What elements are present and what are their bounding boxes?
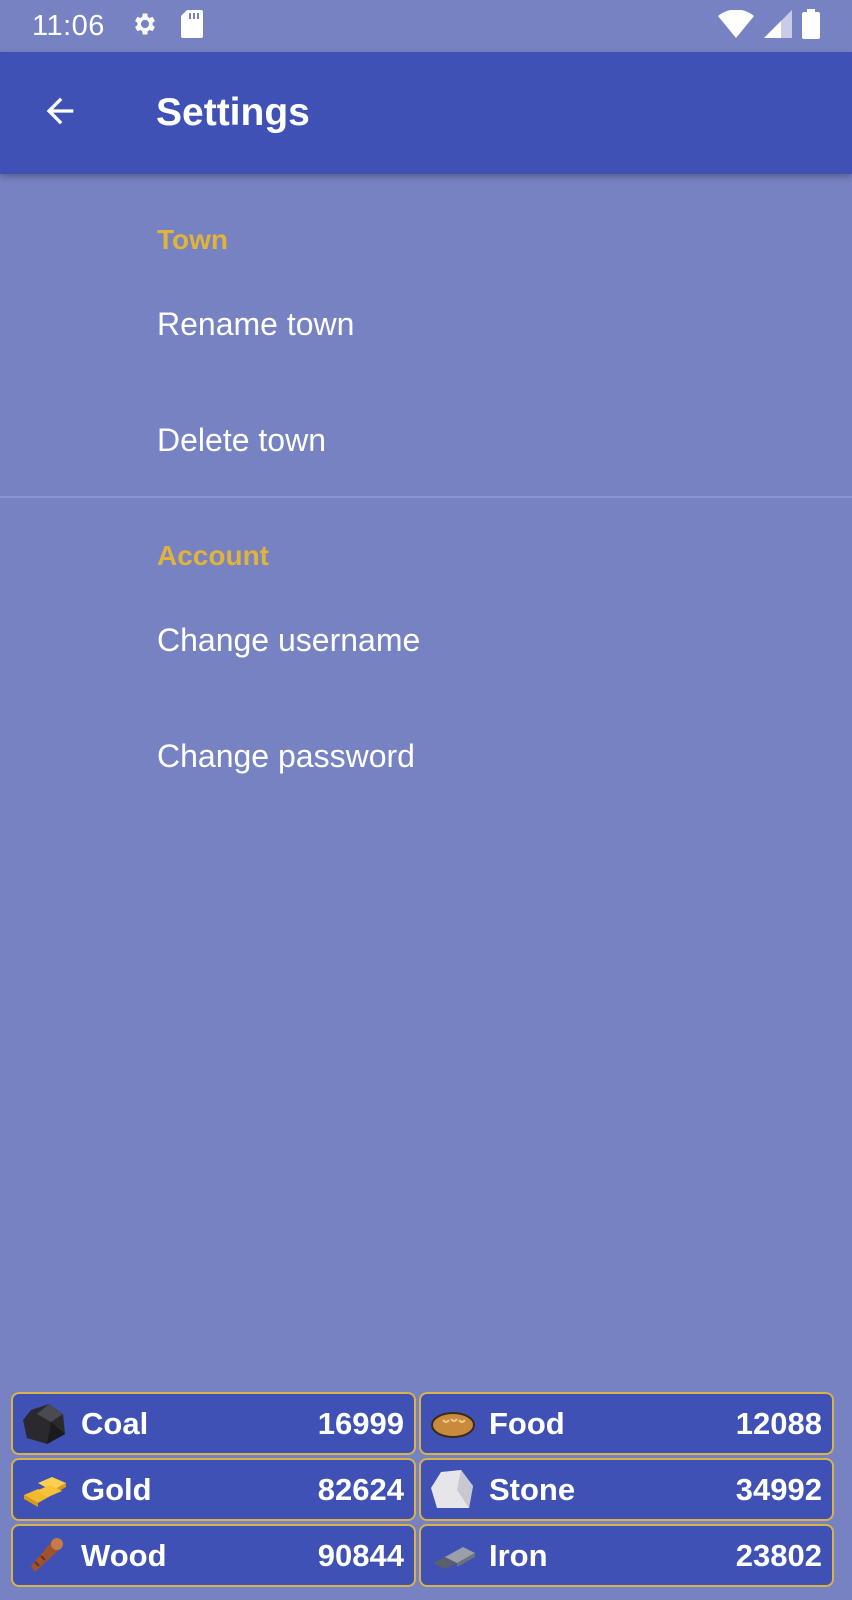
wifi-icon [718,8,754,43]
resource-tile-wood: Wood 90844 [11,1524,416,1587]
resource-name: Food [489,1405,565,1441]
iron-ingot-icon [429,1536,477,1576]
battery-icon [802,8,820,44]
resource-value: 82624 [317,1471,404,1507]
signal-icon [764,9,792,43]
rename-town-item[interactable]: Rename town [0,266,852,382]
resource-value: 23802 [735,1537,822,1573]
resource-tile-stone: Stone 34992 [419,1458,834,1521]
resource-value: 12088 [735,1405,822,1441]
resource-tile-food: Food 12088 [419,1392,834,1455]
app-bar: Settings [0,52,852,174]
resource-name: Stone [489,1471,576,1507]
coal-icon [21,1403,69,1444]
gear-icon [131,10,159,43]
category-header-account: Account [157,540,269,571]
resource-tile-gold: Gold 82624 [11,1458,416,1521]
resource-value: 34992 [735,1471,822,1507]
status-bar: 11:06 [0,0,852,52]
resource-name: Wood [81,1537,167,1573]
resource-panel: Coal 16999 Food 12088 Gold 82624 Stone 3… [11,1392,841,1587]
status-time: 11:06 [32,9,105,42]
stone-icon [429,1469,477,1510]
resource-tile-iron: Iron 23802 [419,1524,834,1587]
page-title: Settings [156,91,310,134]
arrow-back-icon [40,91,80,136]
delete-town-item[interactable]: Delete town [0,382,852,498]
change-username-item[interactable]: Change username [0,582,852,698]
bread-icon [429,1404,477,1444]
resource-value: 90844 [317,1537,404,1573]
category-header-town: Town [157,224,229,255]
back-button[interactable] [30,83,90,143]
resource-name: Gold [81,1471,152,1507]
resource-name: Iron [489,1537,548,1573]
gold-bars-icon [21,1470,69,1510]
resource-tile-coal: Coal 16999 [11,1392,416,1455]
sd-card-icon [180,9,203,43]
resource-name: Coal [81,1405,149,1441]
settings-list: Town Rename town Delete town Account Cha… [0,174,852,814]
change-password-item[interactable]: Change password [0,698,852,814]
wood-log-icon [21,1536,69,1576]
resource-value: 16999 [317,1405,404,1441]
